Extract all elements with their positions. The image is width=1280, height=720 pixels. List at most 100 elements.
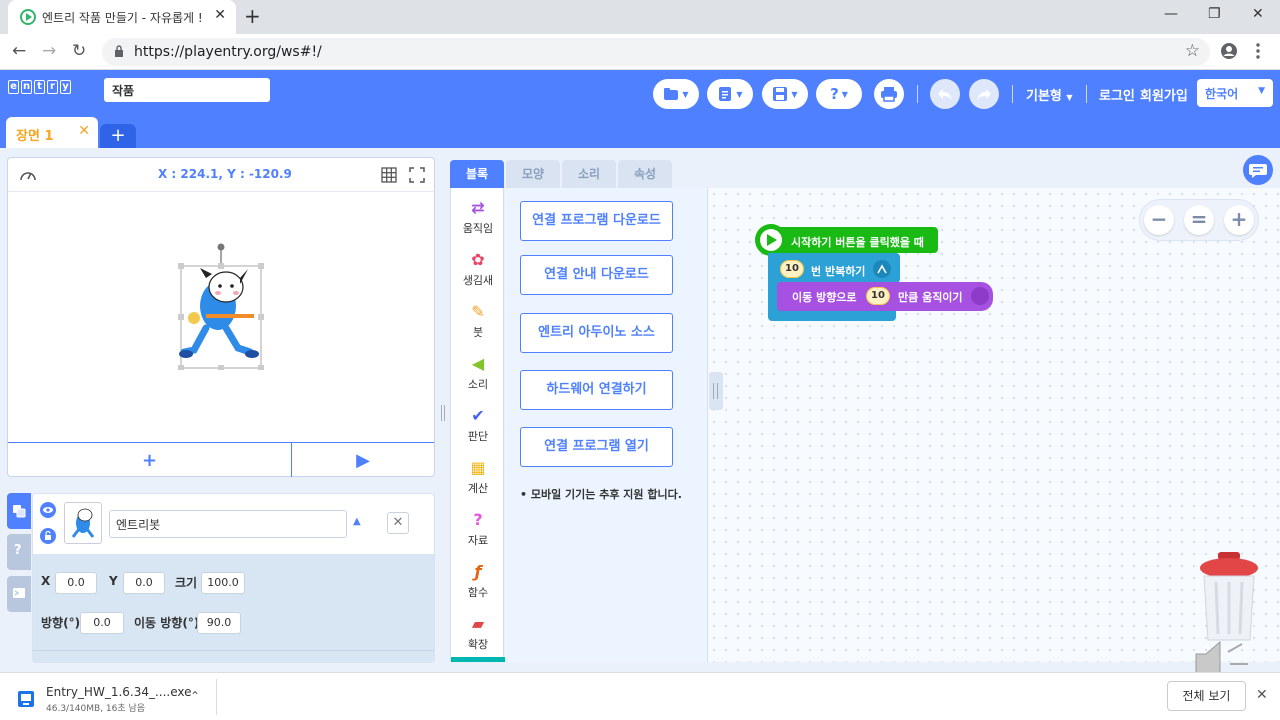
move-count-input[interactable]: 10 [866, 287, 890, 305]
size-label: 크기 [175, 576, 198, 590]
chrome-menu-icon[interactable] [1256, 43, 1260, 59]
move-direction-input[interactable]: 90.0 [197, 612, 241, 634]
collapse-arrow-icon[interactable]: ▲ [353, 516, 361, 527]
category-sound[interactable]: ◀ 소리 [451, 350, 505, 402]
tab-blocks[interactable]: 블록 [450, 160, 504, 188]
save-menu-button[interactable]: ▼ [762, 79, 808, 109]
object-thumbnail[interactable] [64, 502, 102, 544]
block-palette: 연결 프로그램 다운로드 연결 안내 다운로드 엔트리 아두이노 소스 하드웨어… [505, 188, 708, 662]
zoom-out-button[interactable]: − [1144, 205, 1174, 235]
category-label: 자료 [467, 534, 489, 547]
divider [216, 679, 217, 715]
y-input[interactable]: 0.0 [123, 572, 165, 594]
arduino-source-button[interactable]: 엔트리 아두이노 소스 [520, 313, 673, 353]
object-list-tab[interactable] [7, 493, 31, 529]
zoom-reset-button[interactable]: = [1184, 205, 1214, 235]
scene-bar: 장면 1 ✕ + [0, 110, 1280, 148]
close-download-shelf-icon[interactable]: ✕ [1256, 687, 1268, 703]
category-judgement[interactable]: ✔ 판단 [451, 402, 505, 454]
category-looks[interactable]: ✿ 생김새 [451, 246, 505, 298]
entry-logo[interactable]: e n t r y [8, 80, 71, 94]
signup-link[interactable]: 회원가입 [1140, 85, 1188, 104]
fullscreen-icon[interactable] [409, 167, 425, 183]
show-all-downloads-button[interactable]: 전체 보기 [1167, 681, 1246, 711]
tab-attributes[interactable]: 속성 [618, 160, 672, 188]
category-label: 확장 [467, 638, 489, 651]
category-variable[interactable]: ? 자료 [451, 506, 505, 558]
grid-icon[interactable] [381, 167, 397, 183]
category-calc[interactable]: ▦ 계산 [451, 454, 505, 506]
scene-close-icon[interactable]: ✕ [78, 123, 90, 139]
restore-button[interactable]: ❐ [1208, 6, 1221, 22]
direction-input[interactable]: 0.0 [80, 612, 124, 634]
new-tab-button[interactable]: + [244, 4, 261, 28]
mobile-support-note: • 모바일 기기는 추후 지원 합니다. [520, 488, 682, 501]
minimize-button[interactable]: — [1164, 6, 1178, 22]
divider [33, 650, 434, 651]
run-button[interactable]: ▶ [292, 443, 434, 477]
url-text: https://playentry.org/ws#!/ [134, 44, 322, 60]
add-object-button[interactable]: + [8, 443, 292, 477]
scene-tab[interactable]: 장면 1 ✕ [6, 117, 98, 148]
category-extension[interactable]: ▰ 확장 [451, 610, 505, 662]
window-close-button[interactable]: ✕ [1252, 6, 1264, 22]
chevron-up-icon[interactable]: ⌃ [190, 689, 200, 703]
profile-icon[interactable] [1220, 42, 1238, 60]
download-guide-button[interactable]: 연결 안내 다운로드 [520, 255, 673, 295]
panel-resize-handle[interactable] [441, 405, 445, 421]
browser-tab[interactable]: 엔트리 작품 만들기 - 자유롭게 ! ✕ [8, 0, 236, 34]
add-scene-button[interactable]: + [100, 124, 136, 148]
repeat-count-input[interactable]: 10 [780, 260, 804, 278]
zoom-in-button[interactable]: + [1224, 205, 1254, 235]
help-menu-button[interactable]: ? ▼ [816, 79, 862, 109]
visibility-eye-icon[interactable] [40, 502, 56, 518]
category-motion[interactable]: ⇄ 움직임 [451, 194, 505, 246]
logo-letter: y [60, 80, 71, 94]
omnibox[interactable]: https://playentry.org/ws#!/ ☆ [102, 38, 1210, 66]
category-brush[interactable]: ✎ 붓 [451, 298, 505, 350]
download-item[interactable]: Entry_HW_1.6.34_....exe 46.3/140MB, 16초 … [12, 681, 216, 715]
language-select[interactable]: 한국어 ▼ [1197, 79, 1273, 107]
palette-resize-handle[interactable] [709, 372, 723, 410]
file-menu-button[interactable]: ▼ [707, 79, 753, 109]
connect-hardware-button[interactable]: 하드웨어 연결하기 [520, 370, 673, 410]
redo-button[interactable] [969, 79, 999, 109]
project-name-input[interactable] [104, 78, 270, 102]
login-link[interactable]: 로그인 [1099, 85, 1135, 104]
open-connector-button[interactable]: 연결 프로그램 열기 [520, 427, 673, 467]
tab-sounds[interactable]: 소리 [562, 160, 616, 188]
category-label: 생김새 [462, 274, 494, 287]
logo-letter: t [34, 80, 45, 94]
help-tab[interactable]: ? [7, 534, 31, 570]
speed-gauge-icon[interactable] [19, 167, 37, 183]
y-label: Y [109, 574, 118, 588]
zoom-controls: − = + [1140, 200, 1258, 240]
chat-bubble-icon[interactable] [1242, 154, 1274, 186]
tab-shapes[interactable]: 모양 [506, 160, 560, 188]
bookmark-star-icon[interactable]: ☆ [1185, 41, 1200, 61]
entrybot-sprite[interactable] [176, 240, 266, 370]
mode-label: 기본형 [1026, 89, 1062, 104]
mouse-coordinates: X : 224.1, Y : -120.9 [158, 167, 292, 181]
category-function[interactable]: ƒ 함수 [451, 558, 505, 610]
object-name-input[interactable] [109, 510, 347, 538]
print-button[interactable] [874, 79, 904, 109]
undo-button[interactable] [930, 79, 960, 109]
forward-arrow-icon[interactable]: → [42, 41, 56, 61]
trash-can-icon[interactable] [1198, 552, 1260, 644]
object-properties: X 0.0 Y 0.0 크기 100.0 방향(°) 0.0 이동 방향(°) … [33, 554, 434, 662]
lock-icon[interactable] [40, 528, 56, 544]
x-input[interactable]: 0.0 [55, 572, 97, 594]
category-label: 움직임 [462, 222, 494, 235]
project-menu-button[interactable]: ▼ [653, 79, 699, 109]
mode-select[interactable]: 기본형 ▼ [1026, 85, 1073, 104]
download-connector-button[interactable]: 연결 프로그램 다운로드 [520, 201, 673, 241]
tab-close-icon[interactable]: ✕ [214, 7, 226, 23]
save-icon [773, 87, 788, 101]
lock-icon [115, 45, 123, 57]
reload-icon[interactable]: ↻ [72, 41, 86, 61]
console-tab[interactable] [7, 576, 31, 612]
back-arrow-icon[interactable]: ← [12, 41, 26, 61]
size-input[interactable]: 100.0 [201, 572, 245, 594]
delete-object-button[interactable]: ✕ [387, 512, 409, 534]
